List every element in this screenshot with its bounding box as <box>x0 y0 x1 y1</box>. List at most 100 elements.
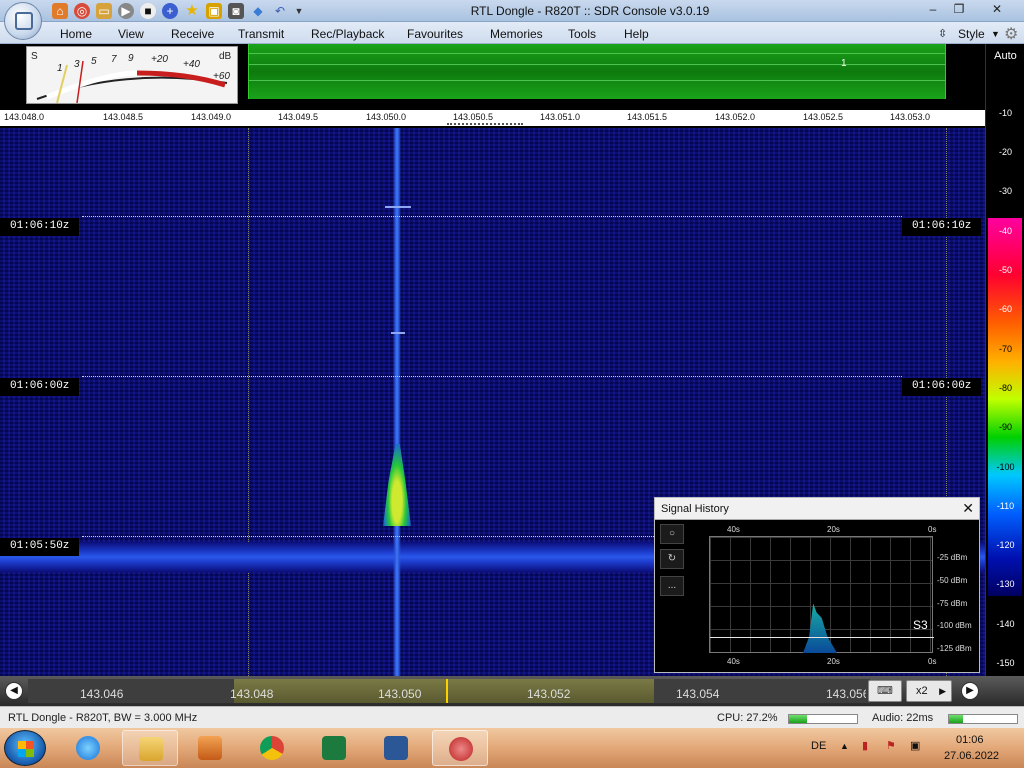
zoom-button[interactable]: x2 ▶ <box>906 680 952 702</box>
taskbar-chrome[interactable] <box>244 730 300 766</box>
taskbar-sdr-console[interactable] <box>432 730 488 766</box>
db-tick: -70 <box>998 344 1012 354</box>
db-tick: -130 <box>996 579 1015 589</box>
taskbar-word[interactable] <box>368 730 424 766</box>
time-label-left: 01:06:10z <box>0 218 80 236</box>
internet-explorer-icon <box>76 736 100 760</box>
close-icon[interactable]: ✕ <box>962 500 974 517</box>
chrome-icon <box>260 736 284 760</box>
history-x-label: 40s <box>727 525 740 534</box>
signal-history-title: Signal History <box>661 503 729 515</box>
language-indicator[interactable]: DE <box>811 740 826 752</box>
s-meter-tick: +40 <box>183 59 200 70</box>
camera-icon[interactable]: ◙ <box>228 3 244 19</box>
freq-tick-label: 143.049.0 <box>191 112 232 122</box>
app-menu-button[interactable] <box>4 2 42 40</box>
style-menu[interactable]: Style <box>958 27 985 41</box>
time-label-right: 01:06:00z <box>902 378 982 396</box>
menu-favourites[interactable]: Favourites <box>407 27 463 41</box>
scroll-right-button[interactable]: ▶ <box>961 682 979 700</box>
scroll-left-button[interactable]: ◀ <box>5 682 23 700</box>
spectrum-display[interactable]: S 1 3 5 7 9 +20 +40 +60 dB 1 143.048.0 1… <box>0 44 985 126</box>
freq-tick-label: 143.052.0 <box>715 112 756 122</box>
signal-history-plot <box>709 536 934 653</box>
media-player-icon <box>198 736 222 760</box>
lock-icon[interactable]: ▣ <box>206 3 222 19</box>
vfo-marker[interactable]: 1 <box>841 58 847 69</box>
menu-tools[interactable]: Tools <box>568 27 596 41</box>
menu-rec-playback[interactable]: Rec/Playback <box>311 27 384 41</box>
history-y-label: -125 dBm <box>937 644 972 653</box>
nav-freq-label: 143.050 <box>378 687 422 701</box>
history-x-label: 0s <box>928 525 937 534</box>
taskbar-file-explorer[interactable] <box>122 730 178 766</box>
drag-handle[interactable] <box>447 123 523 126</box>
network-icon[interactable]: ▣ <box>910 739 920 752</box>
clock-time[interactable]: 01:06 <box>956 734 984 746</box>
undo-icon[interactable]: ↶ <box>272 3 288 19</box>
excel-icon <box>322 736 346 760</box>
minimize-button[interactable]: – <box>920 0 946 19</box>
window-title: RTL Dongle - R820T :: SDR Console v3.0.1… <box>470 4 710 18</box>
close-button[interactable]: ✕ <box>972 0 1022 19</box>
record-button[interactable]: ○ <box>660 524 684 544</box>
maximize-button[interactable]: ❐ <box>946 0 972 19</box>
menu-transmit[interactable]: Transmit <box>238 27 284 41</box>
more-button[interactable]: ... <box>660 576 684 596</box>
reset-button[interactable]: ↻ <box>660 549 684 569</box>
tuned-frequency-cursor[interactable] <box>446 679 448 703</box>
add-icon[interactable]: + <box>162 3 178 19</box>
zoom-arrow-icon: ▶ <box>939 686 946 696</box>
db-tick: -80 <box>998 383 1012 393</box>
db-scale[interactable]: Auto -10 -20 -30 -40 -50 -60 -70 -80 -90… <box>985 44 1024 676</box>
word-icon <box>384 736 408 760</box>
db-tick: -40 <box>998 226 1012 236</box>
menu-home[interactable]: Home <box>60 27 92 41</box>
start-button[interactable] <box>4 730 46 766</box>
home-icon[interactable]: ⌂ <box>52 3 68 19</box>
bandwidth-edge-left <box>248 128 249 676</box>
gear-icon[interactable]: ⚙ <box>1004 24 1018 44</box>
signal-history-panel[interactable]: Signal History ✕ ○ ↻ ... 40s 20s 0s -25 … <box>654 497 980 673</box>
lifebuoy-icon[interactable]: ◎ <box>74 3 90 19</box>
chevron-down-icon[interactable]: ▼ <box>291 3 307 19</box>
menu-memories[interactable]: Memories <box>490 27 543 41</box>
star-icon[interactable]: ★ <box>184 3 200 19</box>
folder-icon[interactable]: ▭ <box>96 3 112 19</box>
play-icon[interactable]: ▶ <box>118 3 134 19</box>
taskbar-excel[interactable] <box>306 730 362 766</box>
freq-tick-label: 143.052.5 <box>803 112 844 122</box>
freq-tick-label: 143.048.5 <box>103 112 144 122</box>
sort-icon[interactable]: ⇳ <box>938 27 947 40</box>
tray-device-icon[interactable]: ▮ <box>862 739 868 752</box>
menu-help[interactable]: Help <box>624 27 649 41</box>
stop-icon[interactable]: ■ <box>140 3 156 19</box>
menu-receive[interactable]: Receive <box>171 27 214 41</box>
visible-range-selector[interactable] <box>234 679 654 703</box>
style-dropdown-icon[interactable]: ▼ <box>991 29 1000 39</box>
menu-bar: Home View Receive Transmit Rec/Playback … <box>0 22 1024 44</box>
tray-expand-icon[interactable]: ▲ <box>840 741 849 751</box>
frequency-scale[interactable]: 143.048.0 143.048.5 143.049.0 143.049.5 … <box>0 110 985 126</box>
clock-date[interactable]: 27.06.2022 <box>944 750 999 762</box>
history-trace <box>710 637 934 645</box>
signal-history-titlebar[interactable]: Signal History ✕ <box>655 498 979 520</box>
device-status: RTL Dongle - R820T, BW = 3.000 MHz <box>8 712 198 724</box>
folder-icon <box>139 737 163 761</box>
s-meter-tick: 9 <box>128 53 134 64</box>
drop-icon[interactable]: ◆ <box>250 3 266 19</box>
taskbar-internet-explorer[interactable] <box>60 730 116 766</box>
freq-tick-label: 143.050.0 <box>366 112 407 122</box>
s-meter-tick: 3 <box>74 59 80 70</box>
keyboard-button[interactable]: ⌨ <box>868 680 902 702</box>
auto-button[interactable]: Auto <box>986 50 1024 62</box>
menu-view[interactable]: View <box>118 27 144 41</box>
tray-flag-icon[interactable]: ⚑ <box>886 739 896 752</box>
taskbar-media-player[interactable] <box>182 730 238 766</box>
spectrum-signal-strip[interactable]: 1 <box>248 44 946 99</box>
sdr-console-icon <box>449 737 473 761</box>
time-gridline <box>82 376 902 377</box>
history-x-label: 40s <box>727 657 740 666</box>
nav-freq-label: 143.052 <box>527 687 571 701</box>
carrier-blip <box>385 206 411 208</box>
